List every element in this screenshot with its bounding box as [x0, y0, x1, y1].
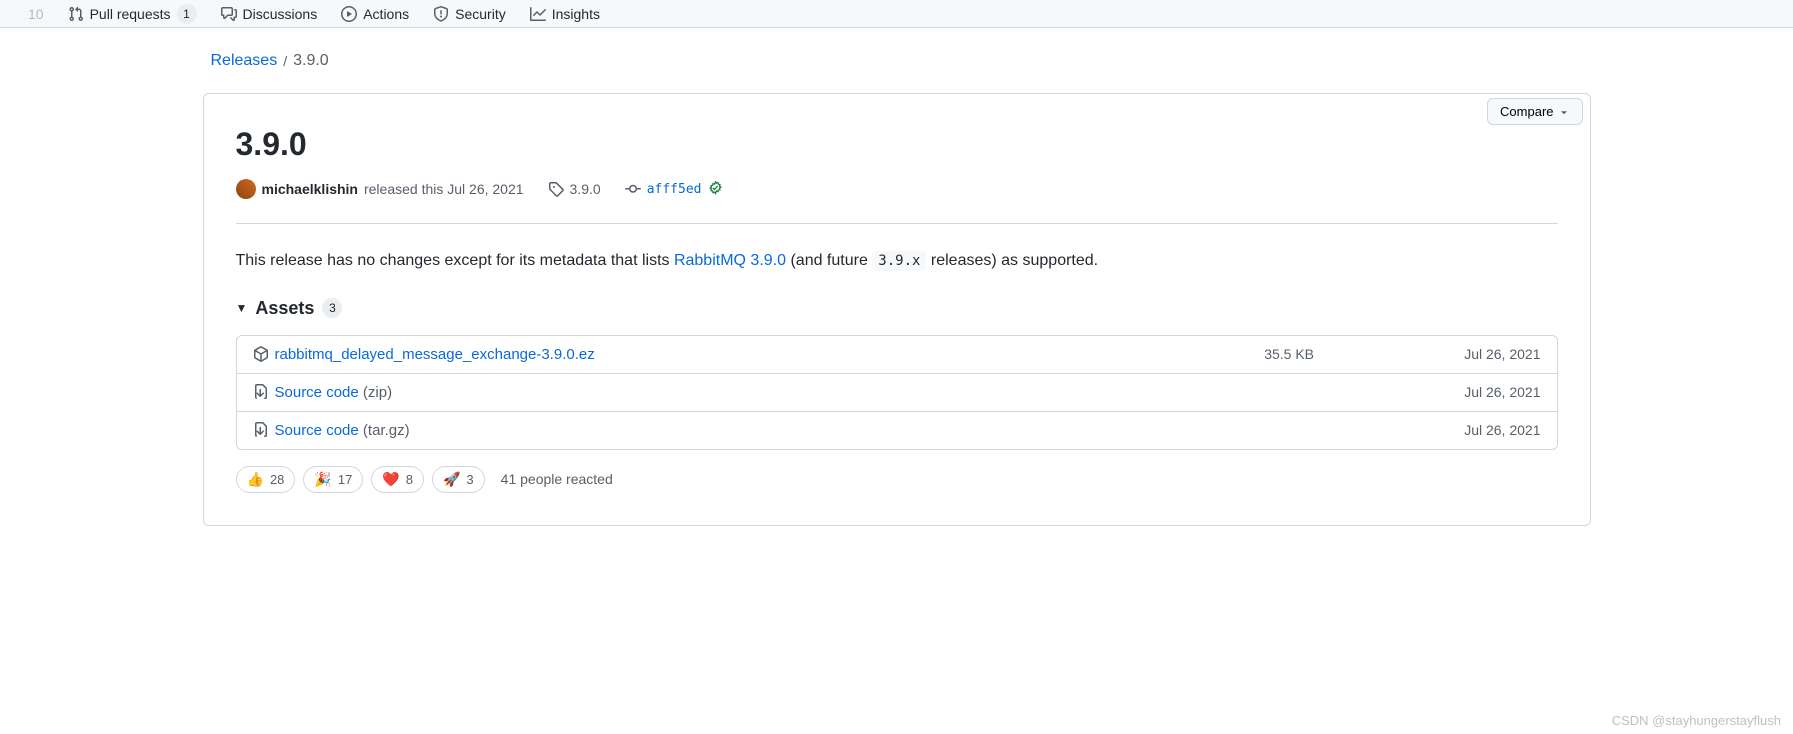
nav-label: Actions: [363, 6, 409, 22]
asset-link[interactable]: Source code (zip): [275, 384, 393, 401]
release-author: michaelklishin released this Jul 26, 202…: [236, 179, 524, 199]
release-tag[interactable]: 3.9.0: [548, 181, 601, 197]
release-panel: 3.9.0 michaelklishin released this Jul 2…: [203, 93, 1591, 526]
package-icon: [253, 346, 269, 362]
reaction-heart[interactable]: ❤️ 8: [371, 466, 424, 493]
rocket-icon: 🚀: [443, 471, 460, 488]
release-title: 3.9.0: [236, 126, 1558, 163]
verified-icon: [707, 181, 723, 197]
released-date-text: released this Jul 26, 2021: [364, 181, 524, 197]
assets-toggle[interactable]: ▼ Assets 3: [236, 298, 1558, 319]
asset-row: rabbitmq_delayed_message_exchange-3.9.0.…: [237, 336, 1557, 374]
breadcrumb-releases-link[interactable]: Releases: [211, 52, 278, 70]
tag-name: 3.9.0: [570, 181, 601, 197]
nav-pull-requests[interactable]: Pull requests 1: [56, 0, 209, 27]
release-body: This release has no changes except for i…: [236, 224, 1558, 298]
nav-badge: 1: [177, 4, 197, 24]
file-zip-icon: [253, 384, 269, 400]
thumbs-up-icon: 👍: [247, 471, 264, 488]
reaction-count: 8: [406, 472, 413, 487]
nav-security[interactable]: Security: [421, 0, 518, 27]
file-zip-icon: [253, 422, 269, 438]
reaction-rocket[interactable]: 🚀 3: [432, 466, 485, 493]
discussions-icon: [221, 6, 237, 22]
asset-link[interactable]: rabbitmq_delayed_message_exchange-3.9.0.…: [275, 346, 595, 363]
nav-label: Security: [455, 6, 506, 22]
commit-icon: [625, 181, 641, 197]
repo-nav: 10 Pull requests 1 Discussions Actions S…: [0, 0, 1793, 28]
assets-header-label: Assets: [255, 298, 314, 319]
nav-discussions[interactable]: Discussions: [209, 0, 330, 27]
asset-row: Source code (zip) Jul 26, 2021: [237, 374, 1557, 412]
nav-label: Insights: [552, 6, 600, 22]
asset-date: Jul 26, 2021: [1464, 422, 1540, 438]
nav-label: Discussions: [243, 6, 318, 22]
nav-code[interactable]: 10: [16, 0, 56, 27]
breadcrumb-current: 3.9.0: [293, 52, 329, 70]
nav-badge: 10: [28, 6, 44, 22]
triangle-down-icon: ▼: [236, 301, 248, 315]
reaction-hooray[interactable]: 🎉 17: [303, 466, 363, 493]
reaction-count: 28: [270, 472, 284, 487]
asset-date: Jul 26, 2021: [1464, 384, 1540, 400]
nav-insights[interactable]: Insights: [518, 0, 612, 27]
rabbitmq-link[interactable]: RabbitMQ 3.9.0: [674, 252, 786, 269]
play-icon: [341, 6, 357, 22]
author-username[interactable]: michaelklishin: [262, 181, 358, 197]
git-pull-request-icon: [68, 6, 84, 22]
reaction-count: 17: [338, 472, 352, 487]
asset-date: Jul 26, 2021: [1464, 346, 1540, 362]
reaction-thumbs-up[interactable]: 👍 28: [236, 466, 296, 493]
shield-icon: [433, 6, 449, 22]
asset-row: Source code (tar.gz) Jul 26, 2021: [237, 412, 1557, 449]
assets-count-badge: 3: [322, 298, 342, 318]
reactions-summary: 41 people reacted: [501, 471, 613, 487]
breadcrumb: Releases / 3.9.0: [203, 52, 1591, 70]
watermark: CSDN @stayhungerstayflush: [1612, 713, 1781, 728]
asset-link[interactable]: Source code (tar.gz): [275, 422, 410, 439]
graph-icon: [530, 6, 546, 22]
nav-actions[interactable]: Actions: [329, 0, 421, 27]
hooray-icon: 🎉: [314, 471, 331, 488]
assets-list: rabbitmq_delayed_message_exchange-3.9.0.…: [236, 335, 1558, 450]
reaction-count: 3: [466, 472, 473, 487]
heart-icon: ❤️: [382, 471, 399, 488]
breadcrumb-separator: /: [283, 53, 287, 69]
release-commit[interactable]: afff5ed: [625, 181, 724, 197]
body-mid: (and future: [786, 252, 872, 269]
release-meta: michaelklishin released this Jul 26, 202…: [236, 179, 1558, 224]
nav-label: Pull requests: [90, 6, 171, 22]
reactions-bar: 👍 28 🎉 17 ❤️ 8 🚀 3 41 people reacted: [236, 466, 1558, 493]
commit-sha: afff5ed: [647, 182, 702, 197]
tag-icon: [548, 181, 564, 197]
asset-size: 35.5 KB: [1264, 346, 1464, 362]
body-suffix: releases) as supported.: [926, 252, 1098, 269]
avatar[interactable]: [236, 179, 256, 199]
body-prefix: This release has no changes except for i…: [236, 252, 674, 269]
version-code: 3.9.x: [872, 251, 926, 271]
